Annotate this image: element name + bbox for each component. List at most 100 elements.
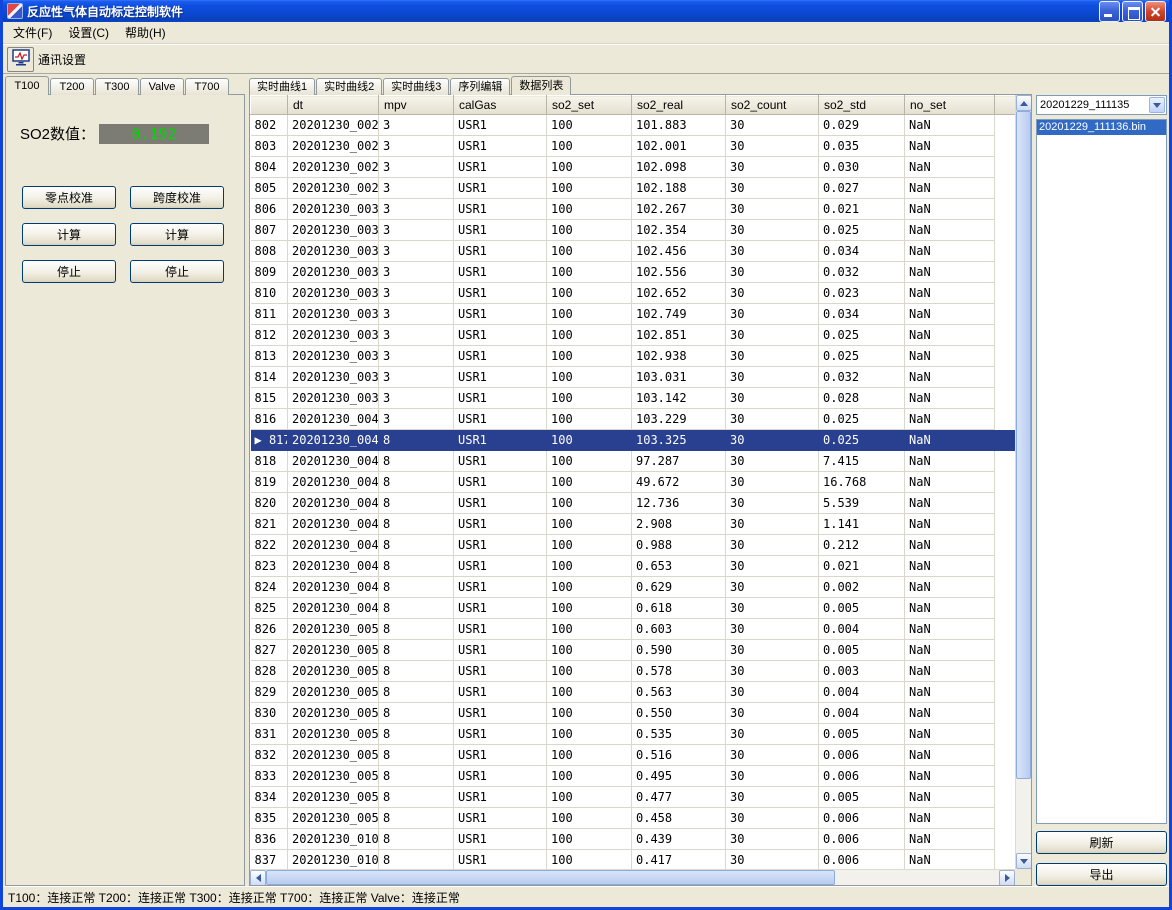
table-row[interactable]: 81920201230_00438USR110049.6723016.768Na… <box>251 472 1016 493</box>
cell-so2_real[interactable]: 102.938 <box>632 346 726 367</box>
cell-calGas[interactable]: USR1 <box>454 472 547 493</box>
table-row[interactable]: 81120201230_00353USR1100102.749300.034Na… <box>251 304 1016 325</box>
cell-so2_count[interactable]: 30 <box>726 535 819 556</box>
scroll-up-button[interactable] <box>1016 95 1032 111</box>
table-row[interactable]: 80520201230_00293USR1100102.188300.027Na… <box>251 178 1016 199</box>
row-number-cell[interactable]: 823 <box>251 556 288 577</box>
cell-no_set[interactable]: NaN <box>905 829 995 850</box>
cell-no_set[interactable]: NaN <box>905 325 995 346</box>
cell-mpv[interactable]: 3 <box>379 241 454 262</box>
cell-so2_set[interactable]: 100 <box>547 409 632 430</box>
row-number-cell[interactable]: 824 <box>251 577 288 598</box>
cell-calGas[interactable]: USR1 <box>454 136 547 157</box>
cell-so2_std[interactable]: 0.006 <box>819 829 905 850</box>
cell-no_set[interactable]: NaN <box>905 262 995 283</box>
cell-so2_set[interactable]: 100 <box>547 451 632 472</box>
cell-mpv[interactable]: 3 <box>379 199 454 220</box>
cell-mpv[interactable]: 3 <box>379 178 454 199</box>
cell-so2_set[interactable]: 100 <box>547 619 632 640</box>
cell-dt[interactable]: 20201230_0034 <box>288 283 379 304</box>
table-row[interactable]: 83220201230_00568USR11000.516300.006NaN <box>251 745 1016 766</box>
cell-calGas[interactable]: USR1 <box>454 262 547 283</box>
column-header-mpv[interactable]: mpv <box>379 96 454 115</box>
cell-dt[interactable]: 20201230_0043 <box>288 472 379 493</box>
cell-so2_count[interactable]: 30 <box>726 640 819 661</box>
cell-so2_real[interactable]: 0.988 <box>632 535 726 556</box>
menu-item-file[interactable]: 文件(F) <box>5 22 60 43</box>
cell-mpv[interactable]: 8 <box>379 451 454 472</box>
row-number-cell[interactable]: 803 <box>251 136 288 157</box>
row-number-cell[interactable]: 809 <box>251 262 288 283</box>
cell-so2_count[interactable]: 30 <box>726 367 819 388</box>
cell-so2_std[interactable]: 0.028 <box>819 388 905 409</box>
cell-dt[interactable]: 20201230_0053 <box>288 682 379 703</box>
cell-so2_count[interactable]: 30 <box>726 262 819 283</box>
cell-so2_set[interactable]: 100 <box>547 808 632 829</box>
cell-so2_std[interactable]: 0.021 <box>819 556 905 577</box>
row-number-cell[interactable]: 818 <box>251 451 288 472</box>
calc-zero-button[interactable]: 计算 <box>22 223 116 246</box>
tab-data-list[interactable]: 数据列表 <box>511 76 571 95</box>
cell-so2_set[interactable]: 100 <box>547 157 632 178</box>
cell-no_set[interactable]: NaN <box>905 367 995 388</box>
cell-so2_count[interactable]: 30 <box>726 619 819 640</box>
tab-curve2[interactable]: 实时曲线2 <box>316 78 382 95</box>
cell-so2_count[interactable]: 30 <box>726 430 819 451</box>
table-row[interactable]: 83620201230_01008USR11000.439300.006NaN <box>251 829 1016 850</box>
cell-no_set[interactable]: NaN <box>905 577 995 598</box>
cell-so2_real[interactable]: 0.417 <box>632 850 726 870</box>
cell-so2_count[interactable]: 30 <box>726 724 819 745</box>
row-number-cell[interactable]: 834 <box>251 787 288 808</box>
cell-dt[interactable]: 20201230_0033 <box>288 262 379 283</box>
cell-so2_std[interactable]: 0.023 <box>819 283 905 304</box>
vertical-scrollbar[interactable] <box>1015 95 1031 869</box>
cell-calGas[interactable]: USR1 <box>454 640 547 661</box>
cell-so2_count[interactable]: 30 <box>726 199 819 220</box>
cell-so2_set[interactable]: 100 <box>547 682 632 703</box>
cell-no_set[interactable]: NaN <box>905 409 995 430</box>
dropdown-arrow-button[interactable] <box>1149 97 1165 113</box>
cell-so2_real[interactable]: 2.908 <box>632 514 726 535</box>
cell-calGas[interactable]: USR1 <box>454 703 547 724</box>
cell-so2_real[interactable]: 0.477 <box>632 787 726 808</box>
cell-so2_count[interactable]: 30 <box>726 493 819 514</box>
cell-calGas[interactable]: USR1 <box>454 850 547 870</box>
cell-dt[interactable]: 20201230_0042 <box>288 451 379 472</box>
cell-so2_count[interactable]: 30 <box>726 409 819 430</box>
cell-no_set[interactable]: NaN <box>905 283 995 304</box>
cell-so2_std[interactable]: 0.027 <box>819 178 905 199</box>
cell-no_set[interactable]: NaN <box>905 304 995 325</box>
cell-so2_std[interactable]: 0.005 <box>819 787 905 808</box>
cell-so2_set[interactable]: 100 <box>547 367 632 388</box>
cell-no_set[interactable]: NaN <box>905 850 995 870</box>
cell-so2_set[interactable]: 100 <box>547 661 632 682</box>
cell-mpv[interactable]: 8 <box>379 766 454 787</box>
maximize-button[interactable] <box>1122 1 1143 22</box>
cell-so2_real[interactable]: 0.495 <box>632 766 726 787</box>
cell-so2_real[interactable]: 0.439 <box>632 829 726 850</box>
cell-mpv[interactable]: 8 <box>379 514 454 535</box>
cell-so2_real[interactable]: 103.031 <box>632 367 726 388</box>
scroll-down-button[interactable] <box>1016 853 1032 869</box>
row-number-cell[interactable]: 808 <box>251 241 288 262</box>
cell-no_set[interactable]: NaN <box>905 136 995 157</box>
cell-dt[interactable]: 20201230_0054 <box>288 703 379 724</box>
tab-sequence-edit[interactable]: 序列编辑 <box>450 78 510 95</box>
cell-dt[interactable]: 20201230_0045 <box>288 514 379 535</box>
row-number-cell[interactable]: 830 <box>251 703 288 724</box>
table-row[interactable]: 82120201230_00458USR11002.908301.141NaN <box>251 514 1016 535</box>
cell-dt[interactable]: 20201230_0030 <box>288 199 379 220</box>
cell-mpv[interactable]: 8 <box>379 619 454 640</box>
cell-mpv[interactable]: 8 <box>379 850 454 870</box>
cell-mpv[interactable]: 8 <box>379 808 454 829</box>
cell-so2_set[interactable]: 100 <box>547 430 632 451</box>
cell-so2_real[interactable]: 0.653 <box>632 556 726 577</box>
cell-so2_std[interactable]: 0.004 <box>819 682 905 703</box>
cell-no_set[interactable]: NaN <box>905 472 995 493</box>
table-row[interactable]: 80220201230_00263USR1100101.883300.029Na… <box>251 115 1016 136</box>
cell-so2_count[interactable]: 30 <box>726 220 819 241</box>
cell-no_set[interactable]: NaN <box>905 556 995 577</box>
cell-no_set[interactable]: NaN <box>905 178 995 199</box>
row-number-cell[interactable]: 826 <box>251 619 288 640</box>
row-number-cell[interactable]: 827 <box>251 640 288 661</box>
